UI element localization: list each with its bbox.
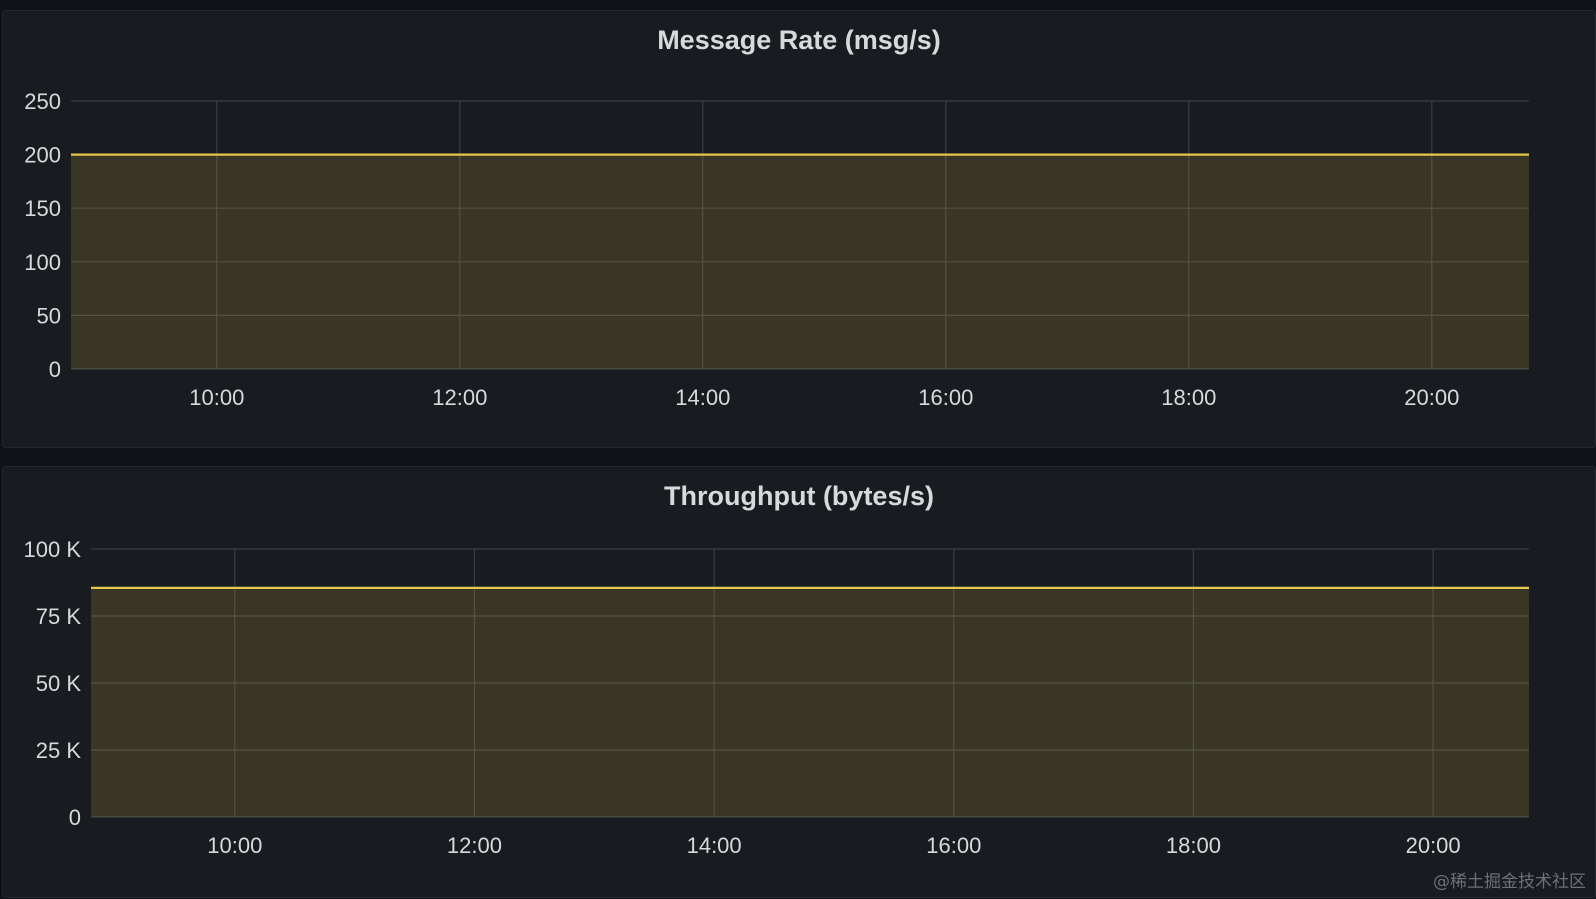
x-tick-label: 10:00 <box>189 385 244 410</box>
y-tick-label: 25 K <box>36 738 82 763</box>
series-area <box>71 154 1529 369</box>
x-tick-label: 14:00 <box>675 385 730 410</box>
throughput-chart: 0 25 K 50 K 75 K 100 K 10:00 12:00 14:00 16:00 18… <box>24 537 1529 858</box>
x-tick-label: 14:00 <box>687 833 742 858</box>
x-tick-label: 18:00 <box>1161 385 1216 410</box>
y-tick-label: 100 <box>24 250 61 275</box>
message-rate-panel: Message Rate (msg/s) 0 50 100 150 200 250 10:0… <box>2 10 1596 448</box>
y-tick-label: 150 <box>24 196 61 221</box>
x-tick-label: 20:00 <box>1404 385 1459 410</box>
y-tick-label: 0 <box>69 805 81 830</box>
x-tick-label: 20:00 <box>1406 833 1461 858</box>
y-tick-label: 75 K <box>36 604 82 629</box>
x-tick-label: 16:00 <box>926 833 981 858</box>
x-tick-label: 18:00 <box>1166 833 1221 858</box>
y-tick-label: 250 <box>24 89 61 114</box>
watermark: @稀土掘金技术社区 <box>1433 872 1586 892</box>
y-tick-label: 200 <box>24 143 61 168</box>
x-tick-label: 12:00 <box>447 833 502 858</box>
y-tick-label: 100 K <box>24 537 82 562</box>
y-tick-label: 50 <box>37 303 61 328</box>
message-rate-chart: 0 50 100 150 200 250 10:00 12:00 14:00 16:00 18:00… <box>24 89 1529 410</box>
throughput-panel: Throughput (bytes/s) 0 25 K 50 K 75 K 100 K1… <box>2 466 1596 898</box>
x-tick-label: 16:00 <box>918 385 973 410</box>
x-tick-label: 12:00 <box>432 385 487 410</box>
y-tick-label: 0 <box>49 357 61 382</box>
series-area <box>91 587 1529 817</box>
y-tick-label: 50 K <box>36 671 82 696</box>
x-tick-label: 10:00 <box>207 833 262 858</box>
